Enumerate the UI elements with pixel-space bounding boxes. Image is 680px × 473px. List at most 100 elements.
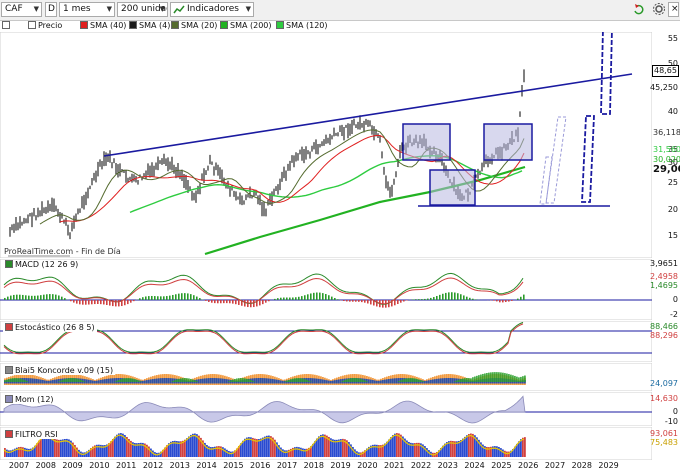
koncorde-bar bbox=[186, 378, 188, 382]
koncorde-bar bbox=[292, 378, 294, 382]
koncorde-bar bbox=[100, 379, 102, 384]
koncorde-bar bbox=[106, 378, 108, 384]
legend-sma200[interactable]: SMA (200) bbox=[220, 21, 272, 31]
macd-bar bbox=[421, 299, 423, 300]
rsi-filter-label: FILTRO RSI bbox=[3, 430, 60, 439]
macd-bar bbox=[190, 294, 192, 300]
legend-sma120[interactable]: SMA (120) bbox=[276, 21, 328, 31]
koncorde-bar bbox=[378, 380, 380, 384]
interval-value: 1 mes bbox=[63, 4, 91, 14]
koncorde-bar bbox=[278, 380, 280, 384]
koncorde-bar bbox=[382, 380, 384, 384]
rsi-bar bbox=[4, 448, 6, 457]
legend-sma4[interactable]: SMA (4) bbox=[129, 21, 170, 31]
legend-label: SMA (4) bbox=[139, 21, 171, 30]
koncorde-bar bbox=[166, 378, 168, 384]
koncorde-bar bbox=[492, 372, 494, 382]
koncorde-bar bbox=[204, 378, 206, 384]
koncorde-bar bbox=[522, 376, 524, 382]
settings-icon[interactable] bbox=[652, 2, 666, 17]
macd-bar bbox=[232, 300, 234, 304]
koncorde-bar bbox=[144, 380, 146, 384]
momentum-chart[interactable] bbox=[0, 392, 652, 426]
koncorde-bar bbox=[290, 379, 292, 382]
koncorde-bar bbox=[128, 378, 130, 382]
koncorde-bar bbox=[112, 378, 114, 384]
refresh-icon[interactable] bbox=[632, 2, 646, 17]
legend-sma40[interactable]: SMA (40) bbox=[80, 21, 126, 31]
units-select[interactable]: 200 unidades▼ bbox=[117, 2, 168, 17]
macd-bar bbox=[10, 295, 12, 300]
koncorde-bar bbox=[248, 379, 250, 382]
ticker-select[interactable]: CAF ▼ bbox=[1, 2, 42, 17]
koncorde-bar bbox=[434, 379, 436, 384]
legend-sma20[interactable]: SMA (20) bbox=[171, 21, 217, 31]
koncorde-bar bbox=[308, 380, 310, 382]
koncorde-bar bbox=[6, 379, 8, 382]
koncorde-bar bbox=[176, 379, 178, 382]
koncorde-bar bbox=[12, 378, 14, 382]
legend-swatch bbox=[276, 21, 284, 29]
price-chart[interactable] bbox=[0, 32, 652, 258]
koncorde-bar bbox=[134, 379, 136, 382]
macd-bar bbox=[220, 300, 222, 304]
koncorde-bar bbox=[114, 378, 116, 384]
interval-select[interactable]: 1 mes ▼ bbox=[59, 2, 115, 17]
koncorde-bar bbox=[488, 372, 490, 382]
macd-bar bbox=[163, 296, 165, 300]
close-icon[interactable]: × bbox=[668, 2, 679, 17]
rsi-filter-chart[interactable] bbox=[0, 427, 652, 460]
macd-bar bbox=[337, 299, 339, 300]
macd-bar bbox=[460, 294, 462, 300]
macd-bar bbox=[115, 300, 117, 307]
koncorde-bar bbox=[82, 380, 84, 382]
macd-bar bbox=[217, 300, 219, 304]
macd-bar bbox=[94, 300, 96, 305]
macd-tick: 0 bbox=[672, 295, 678, 304]
indicators-button[interactable]: Indicadores ▼ bbox=[170, 2, 254, 17]
koncorde-bar bbox=[254, 378, 256, 384]
legend-price[interactable]: Precio bbox=[28, 21, 62, 31]
rsi-bar bbox=[302, 448, 304, 457]
rsi-bar bbox=[188, 436, 190, 457]
koncorde-bar bbox=[102, 379, 104, 384]
rsi-bar bbox=[6, 449, 8, 457]
macd-chart[interactable] bbox=[0, 259, 652, 320]
koncorde-bar bbox=[226, 379, 228, 384]
macd-bar bbox=[223, 300, 225, 304]
pattern-box[interactable] bbox=[402, 123, 451, 161]
koncorde-bar bbox=[390, 378, 392, 384]
rsi-bar bbox=[340, 439, 342, 457]
rsi-bar bbox=[246, 437, 248, 457]
pattern-box[interactable] bbox=[483, 123, 533, 161]
rsi-bar bbox=[388, 439, 390, 457]
rsi-bar bbox=[334, 439, 336, 457]
rsi-axis: 93,061 75,483 bbox=[650, 427, 680, 460]
koncorde-label-text: Blai5 Koncorde v.09 (15) bbox=[15, 366, 114, 375]
rsi-bar bbox=[184, 439, 186, 457]
koncorde-bar bbox=[262, 378, 264, 384]
koncorde-bar bbox=[436, 378, 438, 384]
macd-bar bbox=[52, 294, 54, 300]
rsi-bar bbox=[282, 449, 284, 457]
koncorde-bar bbox=[324, 379, 326, 384]
koncorde-bar bbox=[404, 378, 406, 382]
price-tick: 20 bbox=[667, 205, 678, 214]
koncorde-bar bbox=[80, 379, 82, 382]
koncorde-bar bbox=[202, 378, 204, 384]
koncorde-bar bbox=[224, 378, 226, 384]
period-type-button[interactable]: D bbox=[45, 2, 57, 17]
rsi-bar bbox=[186, 438, 188, 457]
koncorde-bar bbox=[406, 378, 408, 382]
koncorde-bar bbox=[4, 380, 6, 382]
koncorde-bar bbox=[458, 379, 460, 382]
koncorde-label: Blai5 Koncorde v.09 (15) bbox=[3, 366, 116, 375]
macd-bar bbox=[472, 298, 474, 300]
stochastic-chart[interactable] bbox=[0, 321, 652, 362]
koncorde-bar bbox=[164, 378, 166, 384]
koncorde-bar bbox=[512, 375, 514, 382]
koncorde-bar bbox=[398, 381, 400, 382]
pattern-box[interactable] bbox=[429, 169, 476, 206]
year-label: 2012 bbox=[142, 461, 164, 470]
macd-bar bbox=[259, 300, 261, 306]
